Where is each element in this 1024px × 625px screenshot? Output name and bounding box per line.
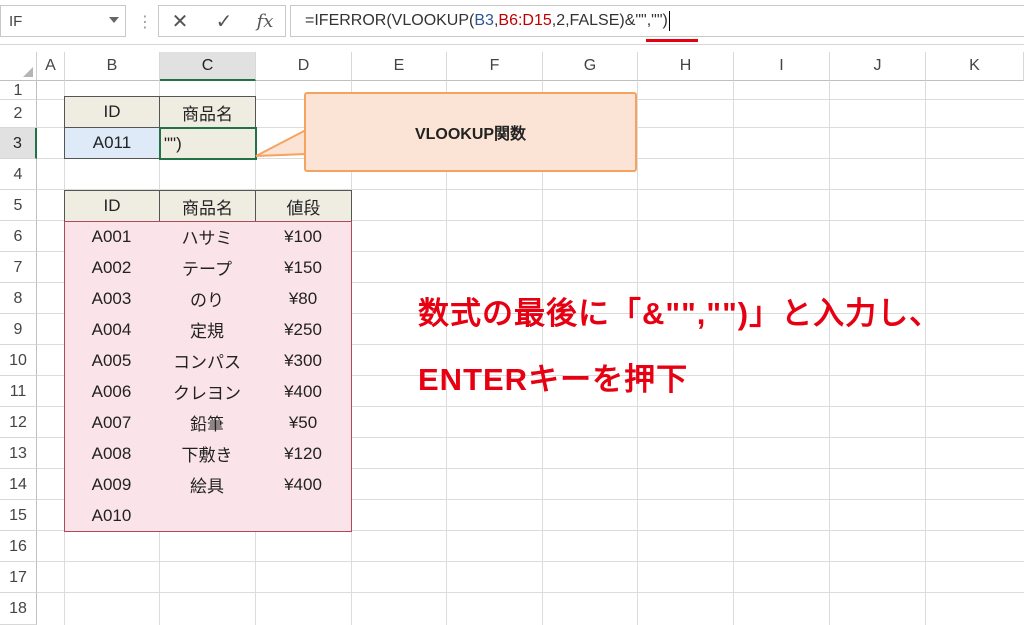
annotation-line-2: ENTERキーを押下 (418, 362, 689, 397)
row-header-12[interactable]: 12 (0, 407, 37, 438)
formula-part-1: =IFERROR(VLOOKUP( (305, 12, 475, 29)
column-header-g[interactable]: G (543, 52, 638, 81)
table-cell-name[interactable]: 鉛筆 (159, 407, 256, 439)
row-header-14[interactable]: 14 (0, 469, 37, 500)
select-all-triangle-icon (23, 67, 33, 77)
row-header-18[interactable]: 18 (0, 593, 37, 625)
formula-ref-range: B6:D15 (498, 12, 552, 29)
table-cell-id[interactable]: A010 (64, 500, 160, 532)
table-cell-name[interactable]: 絵具 (159, 469, 256, 501)
lookup-id-cell[interactable]: A011 (64, 127, 160, 159)
table-cell-id[interactable]: A009 (64, 469, 160, 501)
row-header-16[interactable]: 16 (0, 531, 37, 562)
table-cell-price[interactable]: ¥80 (255, 283, 352, 315)
table-cell-price[interactable]: ¥150 (255, 252, 352, 284)
table-cell-price[interactable]: ¥400 (255, 469, 352, 501)
table-cell-price[interactable]: ¥250 (255, 314, 352, 346)
lookup-header-name[interactable]: 商品名 (159, 96, 256, 128)
column-header-b[interactable]: B (65, 52, 160, 81)
formula-part-3: ,2,FALSE)&"","") (551, 12, 668, 29)
row-header-10[interactable]: 10 (0, 345, 37, 376)
active-cell-c3[interactable]: "") (159, 127, 257, 160)
lookup-header-id[interactable]: ID (64, 96, 160, 128)
row-header-6[interactable]: 6 (0, 221, 37, 252)
table-cell-id[interactable]: A007 (64, 407, 160, 439)
table-cell-name[interactable]: ハサミ (159, 221, 256, 253)
table-cell-name[interactable]: のり (159, 283, 256, 315)
table-cell-price[interactable]: ¥120 (255, 438, 352, 470)
column-header-d[interactable]: D (256, 52, 352, 81)
table-header-price[interactable]: 値段 (255, 190, 352, 222)
table-cell-id[interactable]: A001 (64, 221, 160, 253)
vertical-dots-icon: ⋮ (137, 14, 153, 31)
chevron-down-icon[interactable] (109, 17, 119, 23)
row-header-13[interactable]: 13 (0, 438, 37, 469)
row-header-5[interactable]: 5 (0, 190, 37, 221)
callout-text: VLOOKUP関数 (414, 126, 527, 143)
enter-icon[interactable]: ✓ (210, 9, 238, 35)
column-header-j[interactable]: J (830, 52, 926, 81)
insert-function-icon[interactable]: fx (251, 9, 279, 35)
cancel-icon[interactable]: ✕ (166, 9, 194, 35)
row-header-7[interactable]: 7 (0, 252, 37, 283)
table-cell-name[interactable]: 定規 (159, 314, 256, 346)
formula-underline (646, 39, 698, 42)
table-cell-id[interactable]: A003 (64, 283, 160, 315)
name-box-value: IF (9, 13, 23, 30)
table-cell-price[interactable]: ¥100 (255, 221, 352, 253)
row-header-17[interactable]: 17 (0, 562, 37, 593)
column-header-e[interactable]: E (352, 52, 447, 81)
table-cell-id[interactable]: A008 (64, 438, 160, 470)
column-header-a[interactable]: A (37, 52, 65, 81)
table-cell-price[interactable]: ¥50 (255, 407, 352, 439)
table-header-name[interactable]: 商品名 (159, 190, 256, 222)
formula-input[interactable]: =IFERROR(VLOOKUP(B3,B6:D15,2,FALSE)&"","… (290, 5, 1024, 37)
column-header-i[interactable]: I (734, 52, 830, 81)
column-header-h[interactable]: H (638, 52, 734, 81)
select-all-corner[interactable] (0, 52, 37, 81)
text-cursor (668, 10, 670, 31)
table-cell-id[interactable]: A006 (64, 376, 160, 408)
table-cell-name[interactable]: コンパス (159, 345, 256, 377)
column-header-f[interactable]: F (447, 52, 543, 81)
table-cell-price[interactable] (255, 500, 352, 532)
row-header-8[interactable]: 8 (0, 283, 37, 314)
table-cell-id[interactable]: A002 (64, 252, 160, 284)
table-cell-name[interactable]: クレヨン (159, 376, 256, 408)
formula-ref-b3: B3 (474, 12, 494, 29)
column-header-k[interactable]: K (926, 52, 1024, 81)
table-cell-id[interactable]: A004 (64, 314, 160, 346)
table-cell-name[interactable]: テープ (159, 252, 256, 284)
table-cell-name[interactable]: 下敷き (159, 438, 256, 470)
table-header-id[interactable]: ID (64, 190, 160, 222)
row-header-4[interactable]: 4 (0, 159, 37, 190)
row-header-2[interactable]: 2 (0, 100, 37, 128)
formula-bar: IF ⋮ ✕ ✓ fx =IFERROR(VLOOKUP(B3,B6:D15,2… (0, 0, 1024, 45)
row-header-3[interactable]: 3 (0, 128, 37, 159)
row-header-11[interactable]: 11 (0, 376, 37, 407)
table-cell-price[interactable]: ¥300 (255, 345, 352, 377)
table-cell-name[interactable] (159, 500, 256, 532)
row-header-1[interactable]: 1 (0, 81, 37, 100)
row-header-9[interactable]: 9 (0, 314, 37, 345)
name-box[interactable]: IF (0, 5, 126, 37)
table-cell-id[interactable]: A005 (64, 345, 160, 377)
column-header-c[interactable]: C (160, 52, 256, 81)
annotation-line-1: 数式の最後に「&"","")」と入力し、 (418, 296, 942, 331)
row-header-15[interactable]: 15 (0, 500, 37, 531)
table-cell-price[interactable]: ¥400 (255, 376, 352, 408)
